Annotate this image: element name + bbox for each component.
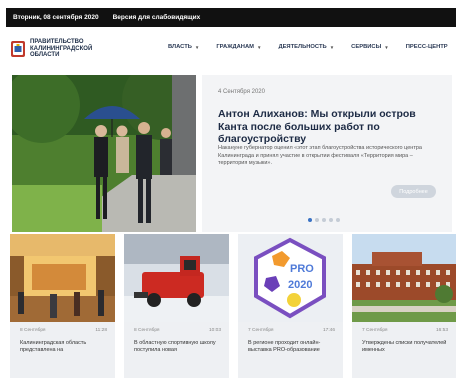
news-card-body: 7 Сентября 17:46 В регионе проходит онла… bbox=[238, 322, 343, 378]
org-line-3: ОБЛАСТИ bbox=[30, 52, 60, 59]
hero-photo[interactable] bbox=[12, 75, 196, 232]
news-card-photo bbox=[352, 234, 456, 322]
organization-name: ПРАВИТЕЛЬСТВО КАЛИНИНГРАДСКОЙ ОБЛАСТИ bbox=[30, 39, 92, 59]
nav-item-vlast[interactable]: ВЛАСТЬ ▼ bbox=[168, 44, 199, 50]
carousel-dot[interactable] bbox=[308, 218, 312, 222]
chevron-down-icon: ▼ bbox=[194, 44, 200, 50]
carousel-dot[interactable] bbox=[315, 218, 319, 222]
news-headline[interactable]: Калининградская область представлена на bbox=[20, 340, 110, 354]
news-date: 8 Сентября bbox=[134, 328, 160, 333]
nav-label: ВЛАСТЬ bbox=[168, 44, 192, 50]
site-logo[interactable]: ПРАВИТЕЛЬСТВО КАЛИНИНГРАДСКОЙ ОБЛАСТИ bbox=[10, 39, 92, 59]
accessibility-link[interactable]: Версия для слабовидящих bbox=[113, 14, 201, 21]
news-card-photo bbox=[124, 234, 229, 322]
nav-label: ГРАЖДАНАМ bbox=[216, 44, 254, 50]
news-card[interactable]: PRO 2020 7 Сентября 17:46 В регионе прох… bbox=[238, 234, 343, 378]
news-headline[interactable]: В регионе проходит онлайн-выставка PRO-о… bbox=[248, 340, 338, 354]
hero-date: 4 Сентября 2020 bbox=[218, 89, 265, 95]
news-card-body: 8 Сентября 10:03 В областную спортивную … bbox=[124, 322, 229, 378]
hero-title[interactable]: Антон Алиханов: Мы открыли остров Канта … bbox=[218, 108, 444, 146]
news-card-body: 7 Сентября 16:53 Утверждены списки получ… bbox=[352, 322, 456, 378]
news-card[interactable]: 8 Сентября 10:03 В областную спортивную … bbox=[124, 234, 229, 378]
coat-of-arms-icon bbox=[11, 41, 25, 57]
carousel-dots bbox=[308, 218, 343, 222]
badge-line-2: 2020 bbox=[288, 279, 312, 291]
news-card[interactable]: 8 Сентября 11:28 Калининградская область… bbox=[10, 234, 115, 378]
nav-label: ДЕЯТЕЛЬНОСТЬ bbox=[278, 44, 327, 50]
news-card-photo: PRO 2020 bbox=[238, 234, 343, 322]
hero-photo-graphic bbox=[12, 75, 196, 232]
news-time: 11:28 bbox=[95, 328, 107, 333]
badge-line-1: PRO bbox=[290, 263, 314, 275]
nav-item-grazhdanam[interactable]: ГРАЖДАНАМ ▼ bbox=[216, 44, 261, 50]
nav-item-deyatelnost[interactable]: ДЕЯТЕЛЬНОСТЬ ▼ bbox=[278, 44, 334, 50]
carousel-dot[interactable] bbox=[322, 218, 326, 222]
news-card-body: 8 Сентября 11:28 Калининградская область… bbox=[10, 322, 115, 378]
pro-2020-logo: PRO 2020 bbox=[238, 234, 343, 322]
hero-summary: Накануне губернатор оценил «этот этап бл… bbox=[218, 145, 422, 166]
current-date: Вторник, 08 сентября 2020 bbox=[13, 14, 99, 21]
news-card-photo bbox=[10, 234, 115, 322]
org-line-1: ПРАВИТЕЛЬСТВО bbox=[30, 39, 84, 46]
news-card[interactable]: 7 Сентября 16:53 Утверждены списки получ… bbox=[352, 234, 456, 378]
read-more-button[interactable]: Подробнее bbox=[391, 185, 436, 198]
ice-resurfacer-photo bbox=[124, 234, 229, 322]
nav-item-servisy[interactable]: СЕРВИСЫ ▼ bbox=[351, 44, 389, 50]
news-date: 7 Сентября bbox=[362, 328, 388, 333]
news-time: 10:03 bbox=[208, 328, 221, 333]
carousel-dot[interactable] bbox=[329, 218, 333, 222]
top-bar: Вторник, 08 сентября 2020 Версия для сла… bbox=[6, 8, 456, 27]
carousel-dot[interactable] bbox=[336, 218, 340, 222]
building-photo bbox=[352, 234, 456, 322]
news-headline[interactable]: В областную спортивную школу поступила н… bbox=[134, 340, 224, 354]
news-time: 17:46 bbox=[322, 328, 335, 333]
chevron-down-icon: ▼ bbox=[384, 44, 389, 50]
nav-item-press-center[interactable]: ПРЕСС-ЦЕНТР bbox=[406, 44, 448, 50]
chevron-down-icon: ▼ bbox=[256, 44, 262, 50]
news-headline[interactable]: Утверждены списки получателей именных bbox=[362, 340, 452, 354]
nav-label: ПРЕСС-ЦЕНТР bbox=[405, 44, 448, 50]
news-date: 7 Сентября bbox=[248, 328, 274, 333]
news-time: 16:53 bbox=[435, 328, 448, 333]
site-header: ПРАВИТЕЛЬСТВО КАЛИНИНГРАДСКОЙ ОБЛАСТИ ВЛ… bbox=[6, 28, 456, 70]
chevron-down-icon: ▼ bbox=[329, 44, 335, 50]
news-date: 8 Сентября bbox=[20, 328, 46, 333]
nav-label: СЕРВИСЫ bbox=[351, 44, 382, 50]
hero-news-card[interactable]: 4 Сентября 2020 Антон Алиханов: Мы откры… bbox=[202, 75, 452, 232]
main-nav: ВЛАСТЬ ▼ ГРАЖДАНАМ ▼ ДЕЯТЕЛЬНОСТЬ ▼ СЕРВИСЫ… bbox=[168, 44, 456, 50]
exhibition-photo bbox=[10, 234, 115, 322]
